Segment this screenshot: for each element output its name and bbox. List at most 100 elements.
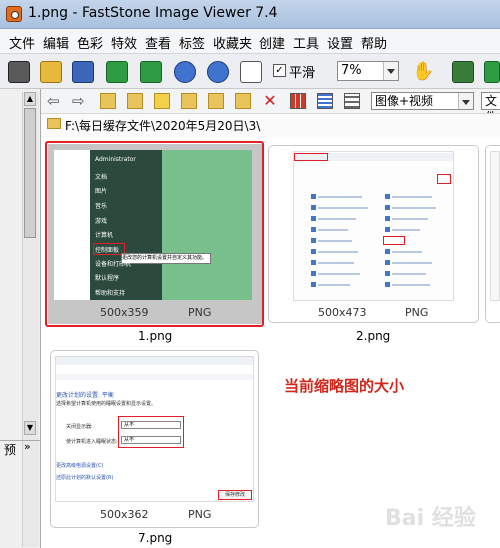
thumb1-menu-item: Administrator <box>95 156 136 163</box>
sort-select[interactable]: 文件 <box>481 92 500 124</box>
thumb1-menu-item: 计算机 <box>95 232 114 239</box>
thumbnail-filename[interactable]: 7.png <box>138 531 172 545</box>
preview-label: 预 <box>4 443 17 457</box>
menu-tools[interactable]: 工具 <box>293 33 319 52</box>
delete-icon[interactable]: ✕ <box>262 93 278 109</box>
thumb3-link: 更改高级电源设置(C) <box>56 463 104 469</box>
smooth-checkbox[interactable]: ✓ <box>273 64 286 77</box>
thumb2-icon <box>311 260 316 265</box>
thumb2-highlight-box <box>437 174 451 184</box>
path-field[interactable]: F:\每日缓存文件\2020年5月20日\3\ <box>65 117 260 134</box>
left-scroll-thumb[interactable] <box>24 108 36 238</box>
menu-settings[interactable]: 设置 <box>327 33 353 52</box>
forward-arrow-icon[interactable]: ⇨ <box>72 93 88 109</box>
thumb3-subtitle: 选择希望计算机使用的睡眠设置和显示设置。 <box>56 401 157 407</box>
up-folder-icon[interactable] <box>100 93 116 109</box>
collapse-icon[interactable]: » <box>24 440 31 453</box>
menu-create[interactable]: 创建 <box>259 33 285 52</box>
new-folder-icon[interactable] <box>181 93 197 109</box>
thumb1-menu-item: 音乐 <box>95 203 108 210</box>
scroll-down-arrow-icon[interactable]: ▼ <box>24 421 36 435</box>
menu-file[interactable]: 文件 <box>9 33 35 52</box>
thumb2-icon <box>385 260 390 265</box>
thumb3-link: 还原此计划的默认设置(R) <box>56 475 114 481</box>
thumb2-icon <box>311 194 316 199</box>
thumb2-text-line <box>392 262 432 264</box>
thumb2-icon <box>311 205 316 210</box>
thumb2-highlight-box <box>294 153 328 161</box>
thumb2-icon <box>385 271 390 276</box>
thumb1-menu-item: 默认程序 <box>95 275 120 282</box>
menu-help[interactable]: 帮助 <box>361 33 387 52</box>
menu-edit[interactable]: 编辑 <box>43 33 69 52</box>
zoom-in-icon[interactable] <box>174 61 196 83</box>
refresh-folder-icon[interactable] <box>127 93 143 109</box>
zoom-select[interactable]: 7% <box>337 61 399 81</box>
thumb2-icon <box>311 271 316 276</box>
thumb2-icon <box>311 238 316 243</box>
prev-arrow-icon[interactable] <box>106 61 128 83</box>
thumb2-text-line <box>318 218 356 220</box>
thumbnail-dimensions: 500x473 <box>318 306 367 319</box>
menu-effects[interactable]: 特效 <box>111 33 137 52</box>
copy-to-folder-icon[interactable] <box>208 93 224 109</box>
save-icon[interactable] <box>72 61 94 83</box>
menu-tags[interactable]: 标签 <box>179 33 205 52</box>
back-arrow-icon[interactable]: ⇦ <box>47 93 63 109</box>
thumbnail-dimensions: 500x359 <box>100 306 149 319</box>
thumb1-tooltip: 更改您的计算机设置并自定义其功能。 <box>121 253 211 264</box>
export-icon[interactable] <box>484 61 500 83</box>
thumb3-menubar <box>56 374 253 380</box>
thumbnail-format: PNG <box>188 508 212 521</box>
thumb2-icon <box>385 227 390 232</box>
thumb2-text-line <box>392 273 426 275</box>
thumbnail-dimensions: 500x362 <box>100 508 149 521</box>
thumb1-menu-item: 图片 <box>95 188 108 195</box>
thumb2-text-line <box>392 207 436 209</box>
thumb2-text-line <box>318 284 350 286</box>
app-icon <box>6 6 22 22</box>
thumb3-heading: 更改计划的设置: 平衡 <box>56 392 114 399</box>
thumbnail-grid-icon[interactable] <box>290 93 306 109</box>
thumb2-text-line <box>392 229 420 231</box>
menu-color[interactable]: 色彩 <box>77 33 103 52</box>
view-mode-value: 图像+视频 <box>375 94 434 108</box>
next-arrow-icon[interactable] <box>140 61 162 83</box>
open-folder-icon[interactable] <box>40 61 62 83</box>
slideshow-icon[interactable] <box>452 61 474 83</box>
thumb2-icon <box>311 216 316 221</box>
thumb2-icon <box>311 282 316 287</box>
chevron-down-icon <box>383 62 398 80</box>
camera-icon[interactable] <box>8 61 30 83</box>
thumbnail-format: PNG <box>188 306 212 319</box>
thumbnail-image-2 <box>293 151 454 301</box>
list-view-icon[interactable] <box>317 93 333 109</box>
thumbnail-filename[interactable]: 2.png <box>356 329 390 343</box>
scroll-up-arrow-icon[interactable]: ▲ <box>24 92 36 106</box>
fit-window-icon[interactable] <box>240 61 262 83</box>
favorites-folder-icon[interactable] <box>154 93 170 109</box>
view-mode-select[interactable]: 图像+视频 <box>371 92 474 110</box>
thumb2-icon <box>385 194 390 199</box>
thumb2-text-line <box>318 251 358 253</box>
thumb1-menu-item: 控制面板 <box>95 247 120 254</box>
thumbnail-filename[interactable]: 1.png <box>138 329 172 343</box>
thumb3-row-label: 使计算机进入睡眠状态: <box>66 439 118 445</box>
zoom-out-icon[interactable] <box>207 61 229 83</box>
hand-tool-icon[interactable]: ✋ <box>412 61 434 83</box>
details-view-icon[interactable] <box>344 93 360 109</box>
menu-favorites[interactable]: 收藏夹 <box>213 33 252 52</box>
thumb3-row-label: 关闭显示器: <box>66 424 93 430</box>
move-to-folder-icon[interactable] <box>235 93 251 109</box>
thumb3-select: 从不 <box>121 421 181 429</box>
thumb1-menu-item: 游戏 <box>95 218 108 225</box>
thumb1-menu-item: 设备和打印机 <box>95 261 132 268</box>
thumb2-text-line <box>318 207 368 209</box>
thumb1-menu-item: 文档 <box>95 174 108 181</box>
thumb2-text-line <box>318 273 360 275</box>
thumb2-icon <box>385 205 390 210</box>
watermark-logo: Bai 经验 <box>385 506 476 531</box>
menu-view[interactable]: 查看 <box>145 33 171 52</box>
thumb2-icon <box>385 249 390 254</box>
thumb2-text-line <box>392 196 432 198</box>
